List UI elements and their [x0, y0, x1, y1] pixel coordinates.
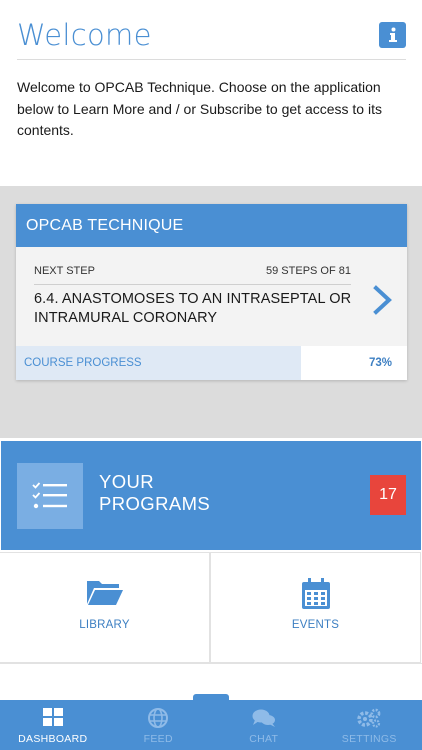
- chevron-right-icon: [373, 285, 392, 315]
- library-tile[interactable]: LIBRARY: [0, 553, 209, 662]
- page-title: Welcome: [17, 18, 152, 52]
- course-progress: COURSE PROGRESS 73%: [16, 346, 407, 380]
- progress-label: COURSE PROGRESS: [24, 357, 142, 369]
- tab-dashboard[interactable]: DASHBOARD: [0, 700, 106, 750]
- tab-chat[interactable]: CHAT: [211, 700, 317, 750]
- programs-count-badge: 17: [370, 475, 406, 515]
- next-step-button[interactable]: [370, 280, 396, 320]
- globe-icon: [148, 708, 169, 728]
- grid-icon: [42, 708, 63, 726]
- events-label: EVENTS: [291, 619, 340, 631]
- events-tile[interactable]: EVENTS: [211, 553, 420, 662]
- next-step-row: NEXT STEP 59 STEPS OF 81: [34, 265, 351, 285]
- tab-feed[interactable]: FEED: [106, 700, 212, 750]
- programs-label: YOUR PROGRAMS: [99, 471, 249, 515]
- calendar-icon: [301, 578, 331, 615]
- course-title: OPCAB TECHNIQUE: [16, 204, 407, 247]
- tab-settings-label: SETTINGS: [341, 733, 397, 745]
- chat-icon: [252, 709, 275, 727]
- tab-feed-label: FEED: [143, 733, 173, 745]
- gears-icon: [357, 708, 381, 728]
- info-button[interactable]: [379, 22, 406, 48]
- tab-bar: DASHBOARD FEED CHAT SETTINGS: [0, 700, 422, 750]
- checklist-icon: [32, 482, 67, 509]
- course-section: OPCAB TECHNIQUE NEXT STEP 59 STEPS OF 81…: [0, 186, 422, 438]
- your-programs-button[interactable]: YOUR PROGRAMS 17: [1, 441, 421, 550]
- folder-icon: [86, 578, 124, 611]
- next-step-label: NEXT STEP: [34, 265, 95, 277]
- info-icon: [388, 27, 397, 42]
- programs-label-line2: PROGRAMS: [99, 493, 211, 514]
- next-tile-row[interactable]: [0, 664, 422, 704]
- welcome-section: Welcome Welcome to OPCAB Technique. Choo…: [0, 0, 422, 186]
- library-label: LIBRARY: [79, 619, 130, 631]
- course-card[interactable]: OPCAB TECHNIQUE NEXT STEP 59 STEPS OF 81…: [16, 204, 407, 380]
- tab-chat-label: CHAT: [249, 733, 279, 745]
- progress-percent: 73%: [368, 357, 392, 369]
- tab-dashboard-label: DASHBOARD: [18, 733, 88, 745]
- divider: [17, 59, 406, 60]
- programs-label-line1: YOUR: [99, 471, 155, 492]
- welcome-text: Welcome to OPCAB Technique. Choose on th…: [17, 79, 382, 138]
- programs-icon-box: [17, 463, 83, 529]
- tab-settings[interactable]: SETTINGS: [317, 700, 422, 750]
- next-step-title: 6.4. ANASTOMOSES TO AN INTRASEPTAL OR IN…: [34, 291, 352, 326]
- steps-count: 59 STEPS OF 81: [266, 265, 351, 277]
